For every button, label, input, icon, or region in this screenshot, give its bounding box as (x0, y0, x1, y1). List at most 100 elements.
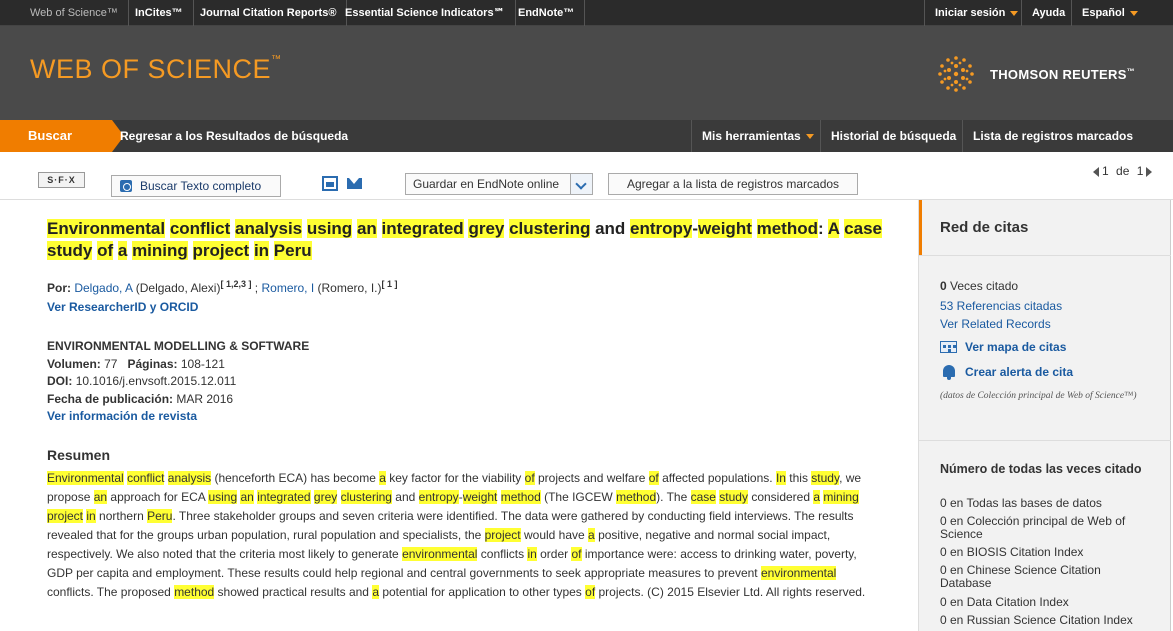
page-current: 1 (1102, 164, 1109, 178)
email-icon[interactable] (347, 178, 362, 189)
author-affiliation-romero[interactable]: [ 1 ] (382, 279, 398, 289)
abstract-highlight: case (690, 490, 716, 504)
chevron-down-icon (1129, 10, 1138, 16)
abstract-highlight: integrated (257, 490, 311, 504)
pages-label: Páginas: (127, 356, 178, 371)
doi-value: 10.1016/j.envsoft.2015.12.011 (75, 374, 237, 388)
abstract-highlight: of (524, 471, 535, 485)
related-records-link[interactable]: Ver Related Records (940, 317, 1051, 331)
abstract-text: order (536, 547, 572, 561)
abstract-text: Environmental conflict analysis (hencefo… (47, 469, 877, 602)
title-text: : (818, 219, 828, 238)
nav-product-incites[interactable]: InCites™ (125, 0, 194, 26)
panel-accent (919, 200, 922, 255)
thomson-reuters-wordmark: THOMSON REUTERS™ (990, 67, 1135, 82)
citation-map-link[interactable]: Ver mapa de citas (940, 340, 1066, 354)
print-icon[interactable] (322, 176, 338, 191)
previous-record-icon[interactable] (1093, 166, 1099, 177)
abstract-highlight: project (484, 528, 521, 542)
abstract-text: approach for ECA (107, 490, 209, 504)
citation-map-icon (940, 341, 957, 353)
doi-line: DOI: 10.1016/j.envsoft.2015.12.011 (47, 373, 309, 391)
abstract-highlight: using (208, 490, 238, 504)
my-tools-menu[interactable]: Mis herramientas (691, 120, 824, 152)
title-highlight: Environmental (47, 219, 166, 238)
create-alert-link[interactable]: Crear alerta de cita (940, 365, 1073, 380)
title-highlight: entropy (630, 219, 693, 238)
search-tab[interactable]: Buscar (0, 120, 124, 152)
wos-logo[interactable]: WEB OF SCIENCE™ (30, 54, 282, 85)
wos-logo-tm: ™ (271, 54, 282, 65)
author-link-romero[interactable]: Romero, I (261, 281, 314, 295)
chevron-down-icon (805, 134, 814, 140)
record-main: Environmental conflict analysis using an… (0, 200, 918, 631)
count-chinese-science: 0 en Chinese Science Citation Database (940, 563, 1101, 590)
chevron-down-icon[interactable] (570, 174, 592, 194)
pubdate-label: Fecha de publicación: (47, 391, 174, 406)
record-pager: 1 de 1 (1093, 164, 1153, 178)
all-times-cited-heading: Número de todas las veces citado (940, 462, 1142, 476)
abstract-heading: Resumen (47, 447, 111, 463)
abstract-text: affected populations. (658, 471, 776, 485)
journal-info-link[interactable]: Ver información de revista (47, 408, 309, 426)
abstract-highlight: an (240, 490, 254, 504)
abstract-text: would have (520, 528, 589, 542)
abstract-highlight: in (527, 547, 537, 561)
title-text (188, 241, 193, 260)
abstract-text: potential for application to other types (379, 585, 586, 599)
abstract-highlight: weight (462, 490, 498, 504)
abstract-highlight: environmental (760, 566, 837, 580)
title-highlight: mining (132, 241, 188, 260)
abstract-text: this (785, 471, 812, 485)
abstract-text: conflicts (477, 547, 528, 561)
abstract-highlight: environmental (402, 547, 478, 561)
language-menu[interactable]: Español (1071, 0, 1148, 26)
record-toolbar: S·F·X Buscar Texto completo Guardar en E… (0, 152, 1173, 200)
abstract-text: northern (95, 509, 148, 523)
nav-product-esi[interactable]: Essential Science Indicators℠ (335, 0, 516, 26)
nav-product-endnote[interactable]: EndNote™ (508, 0, 586, 26)
title-highlight: method (756, 219, 818, 238)
nav-product-wos[interactable]: Web of Science™ (20, 0, 129, 26)
add-to-marked-list-button[interactable]: Agregar a la lista de registros marcados (608, 173, 858, 195)
bell-icon (943, 365, 955, 380)
cited-references-link[interactable]: 53 Referencias citadas (940, 299, 1062, 313)
abstract-highlight: of (585, 585, 596, 599)
author-affiliation-delgado[interactable]: [ 1,2,3 ] (220, 279, 251, 289)
endnote-select[interactable]: Guardar en EndNote online (405, 173, 593, 195)
volume-value: 77 (104, 356, 118, 371)
sfx-button[interactable]: S·F·X (38, 172, 85, 188)
abstract-text: (henceforth ECA) has become (211, 471, 380, 485)
abstract-highlight: a (379, 471, 386, 485)
citation-network-panel: Red de citas 0 Veces citado 53 Referenci… (918, 200, 1171, 631)
abstract-highlight: study (719, 490, 748, 504)
journal-name[interactable]: ENVIRONMENTAL MODELLING & SOFTWARE (47, 338, 309, 356)
full-text-button[interactable]: Buscar Texto completo (111, 175, 281, 197)
title-highlight: weight (698, 219, 752, 238)
signin-menu[interactable]: Iniciar sesión (924, 0, 1028, 26)
title-highlight: analysis (235, 219, 303, 238)
thomson-reuters-logo: THOMSON REUTERS™ (934, 52, 1144, 96)
marked-list-link[interactable]: Lista de registros marcados (962, 120, 1143, 152)
source-block: ENVIRONMENTAL MODELLING & SOFTWARE Volum… (47, 338, 309, 426)
abstract-highlight: study (811, 471, 840, 485)
search-history-link[interactable]: Historial de búsqueda (820, 120, 966, 152)
researcher-id-link[interactable]: Ver ResearcherID y ORCID (47, 300, 198, 314)
abstract-text: conflicts. The proposed (47, 585, 175, 599)
title-highlight: A (827, 219, 840, 238)
title-highlight: case (844, 219, 882, 238)
abstract-highlight: conflict (127, 471, 165, 485)
author-link-delgado[interactable]: Delgado, A (74, 281, 132, 295)
back-to-results-link[interactable]: Regresar a los Resultados de búsqueda (120, 120, 348, 152)
nav-product-jcr[interactable]: Journal Citation Reports® (190, 0, 348, 26)
times-cited-label: Veces citado (946, 279, 1019, 293)
abstract-highlight: a (372, 585, 379, 599)
my-tools-label: Mis herramientas (702, 129, 801, 143)
abstract-text: (The IGCEW (540, 490, 617, 504)
full-text-icon (120, 180, 132, 192)
next-record-icon[interactable] (1146, 166, 1153, 177)
citation-map-label: Ver mapa de citas (965, 340, 1067, 354)
title-text (752, 219, 757, 238)
help-link[interactable]: Ayuda (1021, 0, 1075, 26)
title-highlight: using (306, 219, 353, 238)
